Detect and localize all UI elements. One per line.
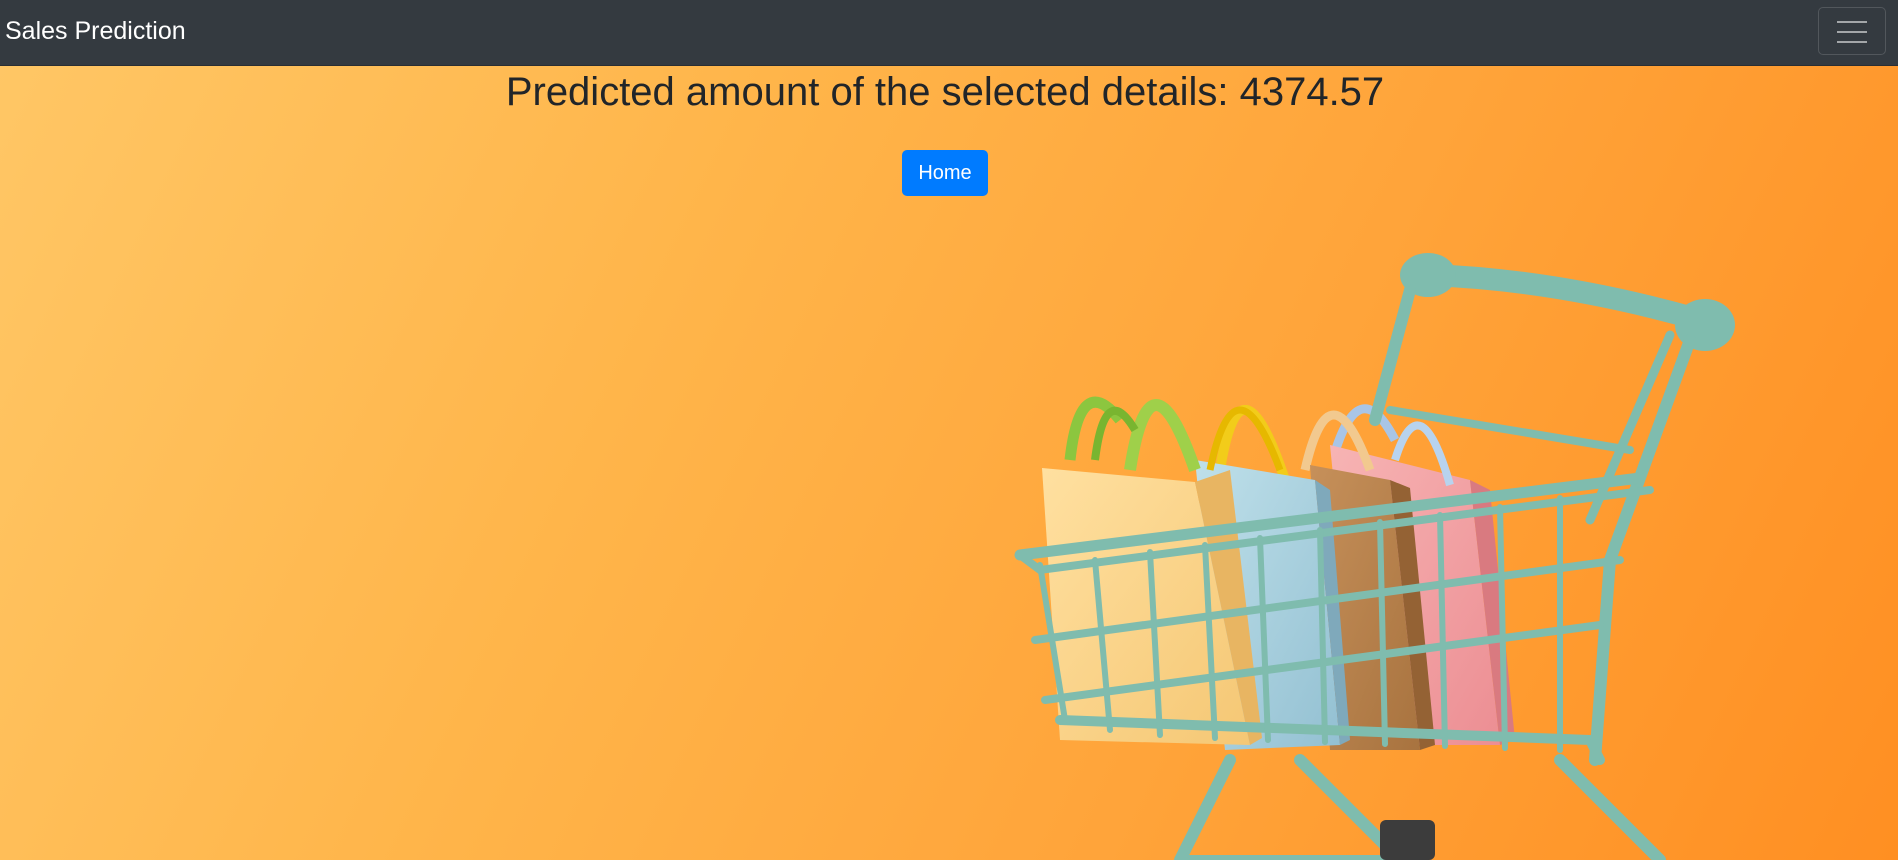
cart-wheel bbox=[1380, 820, 1435, 860]
hamburger-menu-icon bbox=[1837, 21, 1867, 43]
prediction-result-heading: Predicted amount of the selected details… bbox=[505, 70, 1385, 114]
shopping-cart-image bbox=[1014, 253, 1735, 860]
page: Sales Prediction Predicted amount of the… bbox=[0, 0, 1898, 860]
navbar: Sales Prediction bbox=[0, 0, 1898, 66]
navbar-toggler-button[interactable] bbox=[1818, 7, 1886, 55]
navbar-brand[interactable]: Sales Prediction bbox=[5, 16, 186, 46]
home-button[interactable]: Home bbox=[902, 150, 988, 196]
